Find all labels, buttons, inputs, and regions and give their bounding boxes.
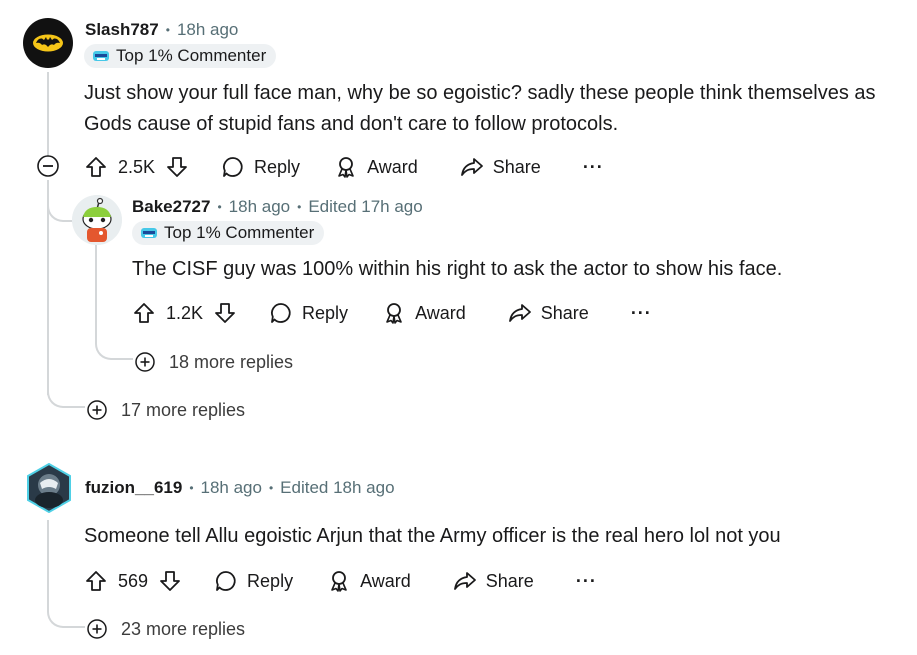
vote-count: 2.5K: [118, 156, 156, 177]
separator-dot: •: [217, 200, 222, 214]
more-options-button[interactable]: ···: [576, 571, 597, 592]
more-replies-button[interactable]: 23 more replies: [87, 617, 245, 641]
separator-dot: •: [297, 200, 302, 214]
more-options-button[interactable]: ···: [631, 303, 652, 324]
avatar[interactable]: [72, 195, 122, 245]
avatar[interactable]: [23, 18, 73, 68]
award-button[interactable]: Award: [334, 155, 418, 179]
award-icon: [331, 571, 347, 592]
share-icon: [508, 304, 531, 322]
thread-connector: [47, 378, 85, 408]
downvote-icon: [160, 571, 180, 591]
badge-icon: [92, 49, 110, 63]
downvote-button[interactable]: [158, 569, 182, 593]
more-options-button[interactable]: ···: [583, 157, 604, 178]
timestamp[interactable]: 18h ago: [201, 478, 262, 498]
comment-body: Just show your full face man, why be so …: [84, 78, 914, 140]
downvote-button[interactable]: [213, 301, 237, 325]
thread-connector: [95, 330, 133, 360]
award-button[interactable]: Award: [382, 301, 466, 325]
badge-label: Top 1% Commenter: [116, 46, 267, 65]
avatar[interactable]: [26, 463, 72, 513]
separator-dot: •: [189, 481, 194, 495]
badge-label: Top 1% Commenter: [164, 223, 315, 242]
award-label: Award: [415, 302, 466, 323]
more-replies-button[interactable]: 17 more replies: [87, 398, 245, 422]
upvote-icon: [134, 303, 154, 323]
expand-plus-icon: [135, 352, 155, 372]
more-replies-label: 17 more replies: [121, 399, 246, 420]
thread-line-comment-1[interactable]: [47, 72, 49, 156]
commenter-badge[interactable]: Top 1% Commenter: [84, 44, 277, 68]
downvote-icon: [167, 157, 187, 177]
upvote-button[interactable]: [84, 569, 108, 593]
comment-actions: 1.2K Reply Award Share ···: [132, 298, 652, 328]
collapse-thread-button[interactable]: [37, 155, 59, 177]
comment-actions: 2.5K Reply Award Share ···: [84, 152, 604, 182]
comment-meta: Slash787 • 18h ago: [85, 18, 238, 42]
vote-count: 1.2K: [166, 302, 204, 323]
hexagon-avatar-icon: [27, 463, 71, 513]
thread-connector: [47, 182, 75, 222]
reply-label: Reply: [254, 156, 301, 177]
downvote-button[interactable]: [165, 155, 189, 179]
share-label: Share: [485, 570, 534, 591]
commenter-badge[interactable]: Top 1% Commenter: [132, 221, 325, 245]
more-replies-button[interactable]: 18 more replies: [135, 350, 293, 374]
reply-label: Reply: [247, 570, 294, 591]
upvote-button[interactable]: [132, 301, 156, 325]
username[interactable]: fuzion__619: [85, 478, 182, 498]
comment-meta: Bake2727 • 18h ago • Edited 17h ago: [132, 195, 423, 219]
batman-logo-icon: [33, 34, 63, 52]
award-button[interactable]: Award: [327, 569, 411, 593]
comment-actions: 569 Reply Award Share ···: [84, 566, 597, 596]
reply-button[interactable]: Reply: [269, 301, 348, 325]
upvote-icon: [86, 157, 106, 177]
reply-button[interactable]: Reply: [214, 569, 293, 593]
thread-line-comment-3[interactable]: [47, 520, 49, 600]
share-label: Share: [492, 156, 541, 177]
separator-dot: •: [165, 23, 170, 37]
snoo-avatar-icon: [72, 195, 122, 245]
award-label: Award: [367, 156, 418, 177]
edited-timestamp: Edited 17h ago: [308, 197, 423, 216]
comment-meta: fuzion__619 • 18h ago • Edited 18h ago: [85, 476, 395, 500]
more-replies-label: 18 more replies: [169, 351, 294, 372]
comment-body: The CISF guy was 100% within his right t…: [132, 258, 783, 280]
username[interactable]: Slash787: [85, 20, 159, 40]
share-icon: [460, 158, 483, 176]
thread-connector: [47, 596, 85, 628]
comment-body-line: Gods cause of stupid fans and don't care…: [84, 113, 619, 135]
timestamp[interactable]: 18h ago: [177, 20, 238, 40]
downvote-icon: [215, 303, 235, 323]
award-icon: [338, 157, 354, 178]
username[interactable]: Bake2727: [132, 197, 210, 217]
share-button[interactable]: Share: [453, 569, 534, 593]
share-button[interactable]: Share: [460, 155, 541, 179]
award-label: Award: [360, 570, 411, 591]
comment-body-line: Just show your full face man, why be so …: [84, 82, 876, 104]
expand-plus-icon: [87, 400, 107, 420]
edited-timestamp: Edited 18h ago: [280, 478, 395, 497]
comment-body: Someone tell Allu egoistic Arjun that th…: [84, 525, 781, 547]
share-label: Share: [540, 302, 589, 323]
upvote-button[interactable]: [84, 155, 108, 179]
upvote-icon: [86, 571, 106, 591]
separator-dot: •: [268, 481, 274, 495]
share-button[interactable]: Share: [508, 301, 589, 325]
reply-bubble-icon: [223, 157, 243, 177]
share-icon: [453, 572, 476, 590]
expand-plus-icon: [87, 619, 107, 639]
reply-button[interactable]: Reply: [221, 155, 300, 179]
thread-line-comment-2[interactable]: [95, 244, 97, 344]
more-replies-label: 23 more replies: [121, 618, 246, 639]
timestamp[interactable]: 18h ago: [229, 197, 290, 217]
vote-count: 569: [118, 570, 149, 591]
reply-label: Reply: [302, 302, 349, 323]
award-icon: [386, 303, 402, 324]
badge-icon: [140, 226, 158, 240]
reply-bubble-icon: [216, 571, 236, 591]
reply-bubble-icon: [271, 303, 291, 323]
